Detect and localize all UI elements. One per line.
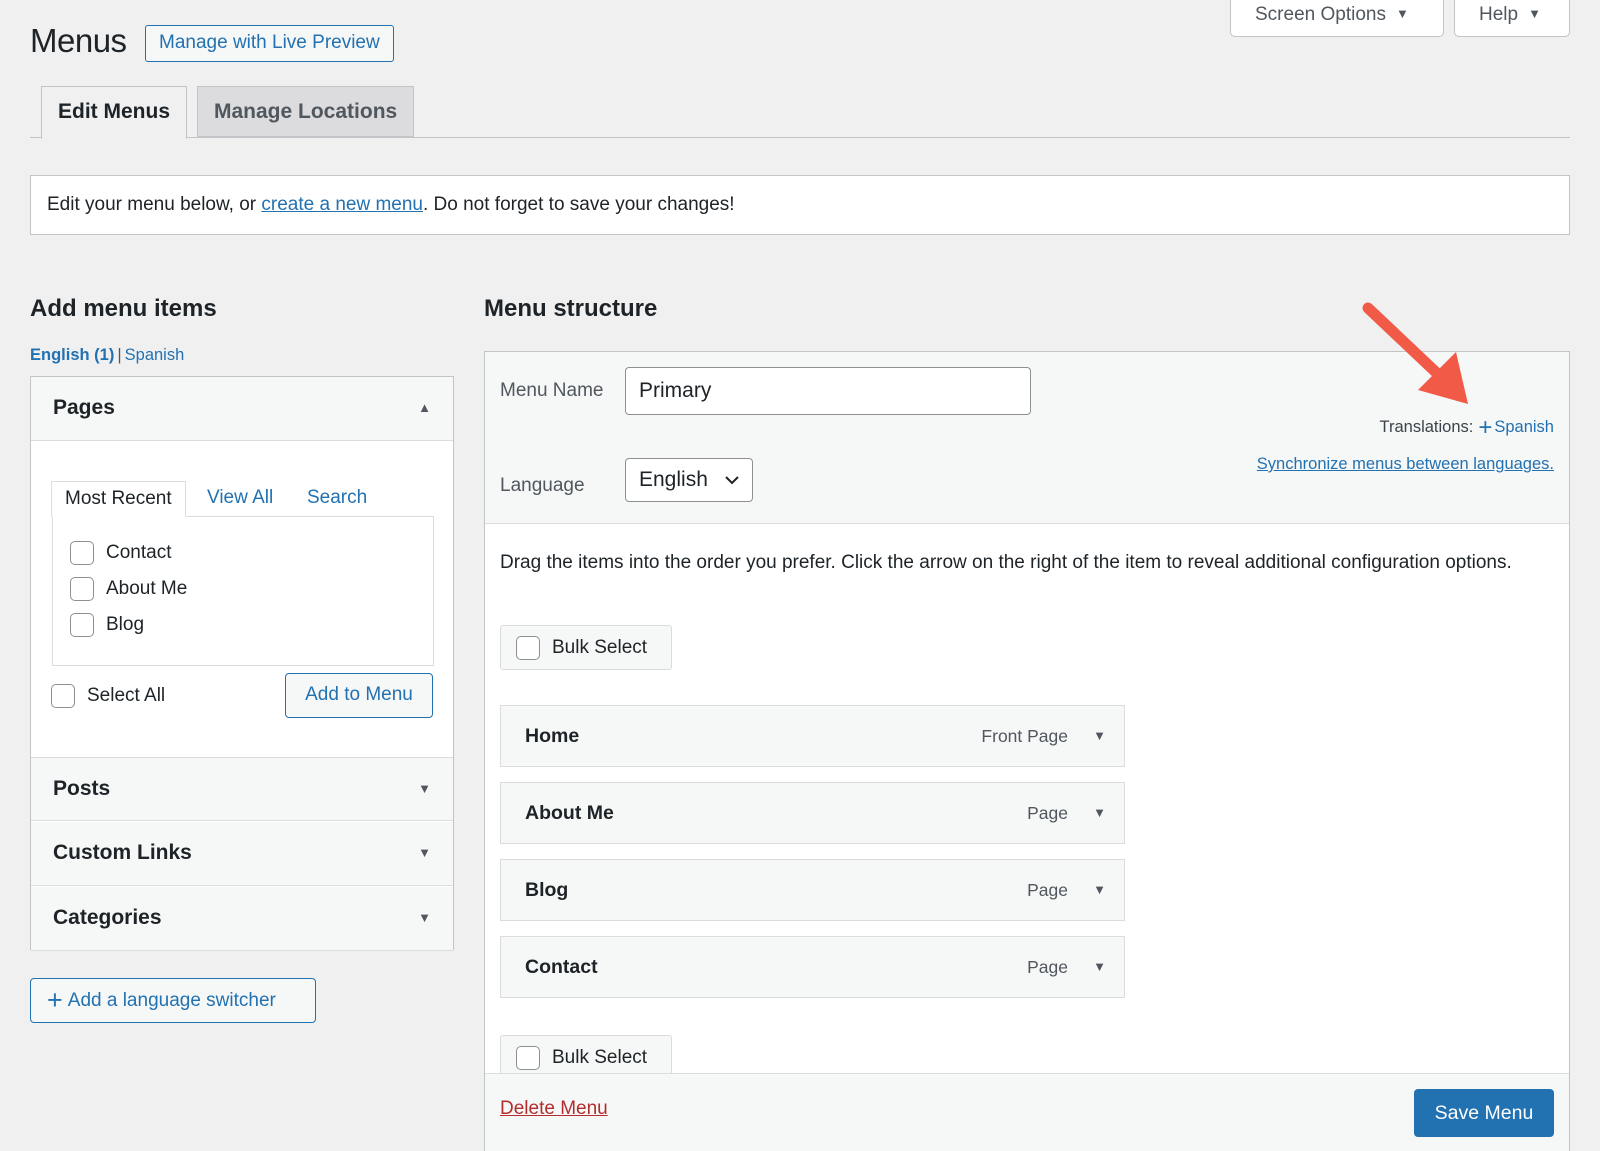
language-label: Language [500,475,585,496]
menu-name-label: Menu Name [500,380,604,401]
menu-item-contact[interactable]: Contact Page ▼ [500,936,1125,998]
menu-item-blog[interactable]: Blog Page ▼ [500,859,1125,921]
caret-down-icon[interactable]: ▼ [1093,706,1106,766]
accordion-categories[interactable]: Categories ▼ [31,887,453,951]
translations-row: Translations: + Spanish [1380,414,1555,442]
caret-down-icon: ▼ [418,845,431,860]
add-language-switcher-button[interactable]: + Add a language switcher [30,978,316,1023]
drag-instructions: Drag the items into the order you prefer… [500,552,1512,573]
caret-down-icon: ▼ [1395,6,1409,21]
tab-edit-menus[interactable]: Edit Menus [41,86,188,139]
select-all-checkbox[interactable] [51,684,75,708]
delete-menu-link[interactable]: Delete Menu [500,1098,608,1120]
menu-item-title: Contact [525,956,598,978]
menu-item-home[interactable]: Home Front Page ▼ [500,705,1125,767]
page-item-label: About Me [106,578,188,599]
accordion-custom-links[interactable]: Custom Links ▼ [31,822,453,886]
tabs-divider [30,137,1570,138]
checkbox[interactable] [70,577,94,601]
translations-label: Translations: [1379,418,1474,436]
menu-item-title: Home [525,725,580,747]
notice-text-before: Edit your menu below, or [47,194,262,215]
checkbox[interactable] [70,541,94,565]
annotation-arrow-icon [1362,302,1468,404]
chevron-down-icon [724,459,740,518]
menu-structure-heading: Menu structure [484,295,658,322]
caret-down-icon: ▼ [418,910,431,925]
caret-down-icon[interactable]: ▼ [1093,783,1106,843]
screen-options-label: Screen Options [1255,4,1386,25]
screen-options-button[interactable]: Screen Options ▼ [1230,0,1444,37]
lang-english-link[interactable]: English (1) [30,346,114,364]
tab-search[interactable]: Search [307,481,367,517]
tab-view-all[interactable]: View All [207,481,273,517]
menu-item-about-me[interactable]: About Me Page ▼ [500,782,1125,844]
caret-down-icon: ▼ [1528,6,1541,21]
help-button[interactable]: Help ▼ [1454,0,1570,37]
caret-down-icon[interactable]: ▼ [1093,937,1106,997]
language-select[interactable]: English [625,458,753,502]
save-menu-button[interactable]: Save Menu [1414,1089,1554,1137]
caret-up-icon: ▲ [418,400,431,415]
menu-footer: Delete Menu Save Menu [485,1073,1569,1151]
menu-item-type: Front Page [981,726,1068,746]
select-all-label: Select All [87,685,166,706]
bulk-select-label: Bulk Select [552,1046,648,1068]
page-item-contact[interactable]: Contact [70,541,171,565]
language-select-value: English [639,468,708,491]
menu-item-title: About Me [525,802,614,824]
language-filter: English (1) | Spanish [30,346,184,365]
add-menu-items-heading: Add menu items [30,295,217,322]
menu-item-type: Page [1027,957,1068,977]
tab-manage-locations[interactable]: Manage Locations [197,86,415,137]
synchronize-menus-link[interactable]: Synchronize menus between languages. [1257,455,1554,474]
caret-down-icon[interactable]: ▼ [1093,860,1106,920]
menu-item-type: Page [1027,880,1068,900]
menu-structure-panel: Menu Name Primary Language English Trans… [484,351,1570,1151]
page-item-about-me[interactable]: About Me [70,577,187,601]
checkbox[interactable] [70,613,94,637]
notice-text-after: . Do not forget to save your changes! [422,194,735,215]
page-item-label: Blog [106,614,145,635]
accordion-posts-label: Posts [53,777,111,800]
caret-down-icon: ▼ [418,781,431,796]
page-item-blog[interactable]: Blog [70,613,144,637]
plus-icon: + [47,985,63,1015]
help-label: Help [1479,4,1519,25]
add-menu-items-panel: Pages ▲ Most Recent View All Search Cont… [30,376,454,951]
menu-name-input[interactable]: Primary [625,367,1031,415]
add-to-menu-button[interactable]: Add to Menu [285,673,433,718]
bulk-select-checkbox[interactable] [516,635,540,660]
bulk-select-label: Bulk Select [552,636,648,658]
translation-spanish-link[interactable]: Spanish [1494,418,1554,436]
plus-icon[interactable]: + [1478,414,1492,441]
bulk-select-checkbox[interactable] [516,1045,540,1070]
menu-item-title: Blog [525,879,569,901]
accordion-pages[interactable]: Pages ▲ [31,377,453,441]
pages-subtabs: Most Recent View All Search [51,481,431,517]
menu-item-type: Page [1027,803,1068,823]
create-new-menu-link[interactable]: create a new menu [261,194,423,215]
add-language-switcher-label: Add a language switcher [67,990,276,1011]
notice-box: Edit your menu below, or create a new me… [30,175,1570,235]
select-all[interactable]: Select All [51,684,165,708]
accordion-categories-label: Categories [53,906,162,929]
tab-most-recent[interactable]: Most Recent [51,481,186,517]
accordion-posts[interactable]: Posts ▼ [31,757,453,821]
manage-live-preview-button[interactable]: Manage with Live Preview [145,25,394,62]
page-title: Menus [30,22,127,59]
pages-list: Contact About Me Blog [52,516,434,666]
accordion-pages-label: Pages [53,396,115,419]
lang-separator: | [117,346,122,364]
accordion-custom-links-label: Custom Links [53,841,192,864]
bulk-select-top[interactable]: Bulk Select [500,625,672,670]
page-item-label: Contact [106,542,172,563]
lang-spanish-link[interactable]: Spanish [125,346,185,364]
